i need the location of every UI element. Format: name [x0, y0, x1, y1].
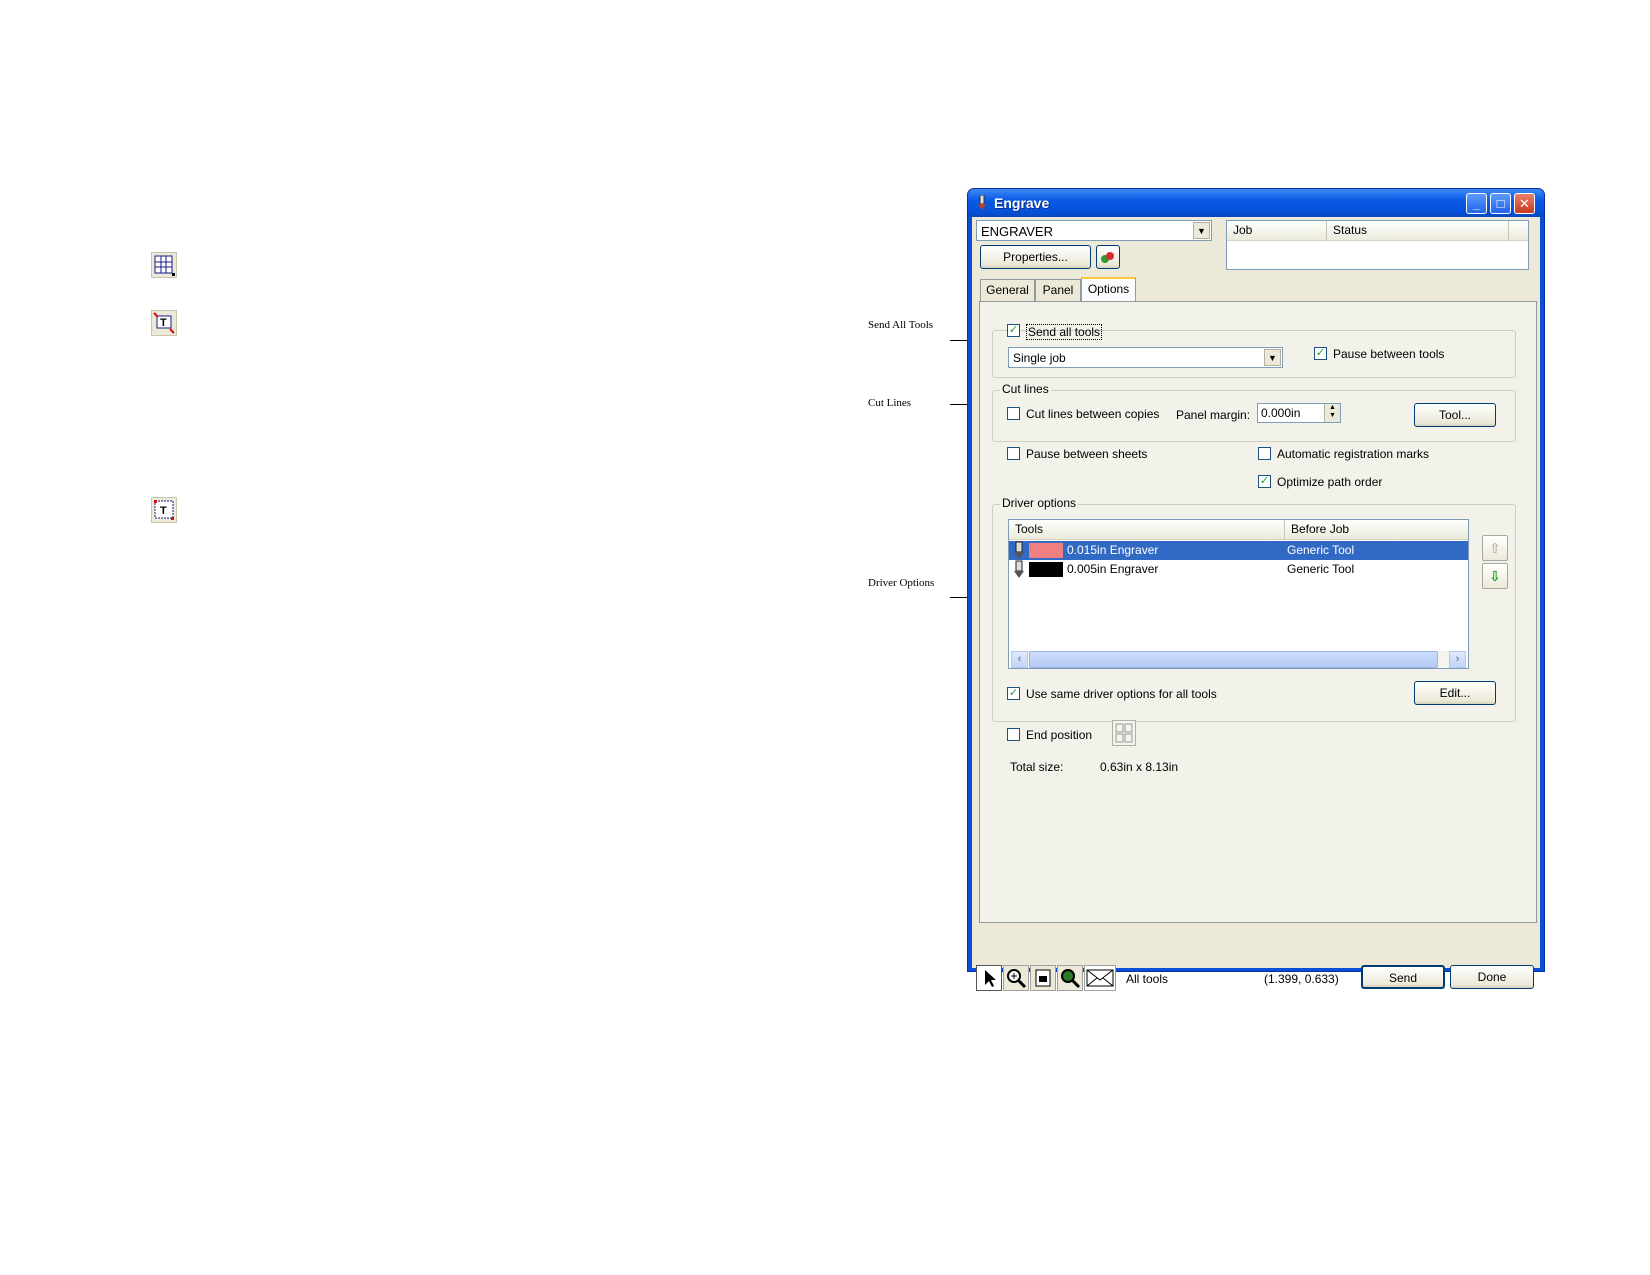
- engrave-app-icon: [978, 195, 986, 210]
- chevron-down-icon: ▼: [1193, 222, 1210, 239]
- zoom-icon: [1007, 969, 1027, 989]
- envelope-icon: [1086, 969, 1114, 987]
- grid-icon[interactable]: [151, 252, 177, 278]
- send-mode-value: Single job: [1013, 351, 1066, 365]
- move-up-button[interactable]: ⇧: [1482, 535, 1508, 561]
- device-setup-button[interactable]: [1096, 245, 1120, 269]
- tab-panel[interactable]: Panel: [1035, 279, 1081, 301]
- move-down-button[interactable]: ⇩: [1482, 563, 1508, 589]
- properties-button[interactable]: Properties...: [980, 245, 1091, 269]
- arrow-tool-button[interactable]: [976, 965, 1002, 991]
- pause-tools-label[interactable]: Pause between tools: [1333, 347, 1444, 361]
- magnify-button[interactable]: [1057, 965, 1083, 991]
- done-button[interactable]: Done: [1450, 965, 1534, 989]
- window-title: Engrave: [994, 195, 1050, 211]
- tab-options[interactable]: Options: [1081, 277, 1136, 301]
- edit-button[interactable]: Edit...: [1414, 681, 1496, 705]
- arrow-icon: [985, 970, 996, 987]
- text-frame-icon[interactable]: T: [151, 497, 177, 523]
- engraver-tool-icon: [1014, 541, 1024, 559]
- status-column-header[interactable]: Status: [1327, 221, 1509, 241]
- svg-text:T: T: [160, 505, 167, 517]
- same-driver-options-label[interactable]: Use same driver options for all tools: [1026, 687, 1217, 701]
- tool-color-swatch: [1029, 562, 1063, 577]
- send-button[interactable]: Send: [1361, 965, 1445, 989]
- tab-general[interactable]: General: [980, 279, 1035, 301]
- device-setup-icon: [1101, 252, 1114, 263]
- callout-cut-lines: Cut Lines: [868, 397, 912, 409]
- same-driver-options-checkbox[interactable]: ✓: [1007, 687, 1020, 700]
- auto-registration-checkbox[interactable]: [1258, 447, 1271, 460]
- title-bar[interactable]: Engrave _ □ ✕: [968, 189, 1544, 217]
- close-button[interactable]: ✕: [1514, 193, 1535, 214]
- auto-registration-label[interactable]: Automatic registration marks: [1277, 447, 1429, 461]
- pause-sheets-checkbox[interactable]: [1007, 447, 1020, 460]
- tool-name: 0.015in Engraver: [1067, 543, 1159, 557]
- scroll-left-button[interactable]: ‹: [1011, 651, 1028, 668]
- tool-name: 0.005in Engraver: [1067, 562, 1159, 576]
- window-client: ENGRAVER ▼ Properties... Job Status Gene…: [972, 217, 1540, 991]
- tool-before-job: Generic Tool: [1287, 543, 1355, 557]
- end-position-label[interactable]: End position: [1026, 728, 1092, 742]
- chevron-down-icon: ▼: [1264, 349, 1281, 366]
- maximize-button[interactable]: □: [1490, 193, 1511, 214]
- panel-margin-label: Panel margin:: [1176, 408, 1251, 422]
- text-crop-icon[interactable]: T: [151, 310, 177, 336]
- zoom-button[interactable]: [1003, 965, 1029, 991]
- tool-before-job: Generic Tool: [1287, 562, 1355, 576]
- scroll-right-button[interactable]: ›: [1449, 651, 1466, 668]
- horizontal-scrollbar[interactable]: ‹ ›: [1011, 651, 1466, 668]
- total-size-label: Total size:: [1010, 760, 1064, 774]
- envelope-button[interactable]: [1084, 965, 1116, 991]
- before-job-column-header[interactable]: Before Job: [1285, 520, 1468, 540]
- tool-color-swatch: [1029, 543, 1063, 558]
- tool-button[interactable]: Tool...: [1414, 403, 1496, 427]
- driver-options-group-label: Driver options: [1000, 496, 1079, 510]
- total-size-value: 0.63in x 8.13in: [1100, 760, 1179, 774]
- device-select[interactable]: ENGRAVER ▼: [976, 220, 1212, 241]
- tool-row[interactable]: 0.005in Engraver Generic Tool: [1009, 560, 1468, 579]
- panel-margin-input[interactable]: 0.000in ▲ ▼: [1257, 403, 1341, 423]
- callout-send-all: Send All Tools: [868, 319, 934, 331]
- pause-sheets-label[interactable]: Pause between sheets: [1026, 447, 1147, 461]
- send-all-label[interactable]: Send all tools: [1026, 324, 1103, 340]
- minimize-button[interactable]: _: [1466, 193, 1487, 214]
- end-position-picker[interactable]: [1112, 720, 1136, 746]
- end-position-checkbox[interactable]: [1007, 728, 1020, 741]
- device-value: ENGRAVER: [981, 224, 1053, 239]
- optimize-path-checkbox[interactable]: ✓: [1258, 475, 1271, 488]
- position-grid-icon: [1115, 723, 1133, 743]
- engrave-window: Engrave _ □ ✕ ENGRAVER ▼ Properties... J…: [967, 188, 1545, 991]
- optimize-path-label[interactable]: Optimize path order: [1277, 475, 1382, 489]
- driver-tools-list[interactable]: Tools Before Job 0.015in Engraver Generi…: [1008, 519, 1469, 669]
- scroll-thumb[interactable]: [1029, 651, 1438, 668]
- callout-driver: Driver Options: [868, 577, 935, 589]
- page-icon: [1035, 969, 1051, 987]
- page-view-button[interactable]: [1030, 965, 1056, 991]
- cursor-coordinates: (1.399, 0.633): [1264, 972, 1339, 986]
- tools-column-header[interactable]: Tools: [1009, 520, 1285, 540]
- job-list[interactable]: Job Status: [1226, 220, 1529, 270]
- cut-between-copies-checkbox[interactable]: [1007, 407, 1020, 420]
- engraver-tool-icon: [1014, 560, 1024, 578]
- svg-text:T: T: [160, 317, 167, 329]
- send-mode-select[interactable]: Single job ▼: [1008, 347, 1283, 368]
- tools-filter-label: All tools: [1126, 972, 1169, 986]
- tool-row[interactable]: 0.015in Engraver Generic Tool: [1009, 541, 1468, 560]
- send-all-checkbox[interactable]: ✓: [1007, 324, 1020, 337]
- cut-between-copies-label[interactable]: Cut lines between copies: [1026, 407, 1159, 421]
- job-column-header[interactable]: Job: [1227, 221, 1327, 241]
- options-panel: ✓ Send all tools Single job ▼ ✓ Pause be…: [979, 301, 1537, 923]
- panel-margin-value: 0.000in: [1261, 406, 1301, 420]
- magnify-icon: [1061, 969, 1081, 989]
- pause-tools-checkbox[interactable]: ✓: [1314, 347, 1327, 360]
- cut-lines-group-label: Cut lines: [1000, 382, 1051, 396]
- panel-margin-stepper[interactable]: ▲ ▼: [1324, 404, 1340, 422]
